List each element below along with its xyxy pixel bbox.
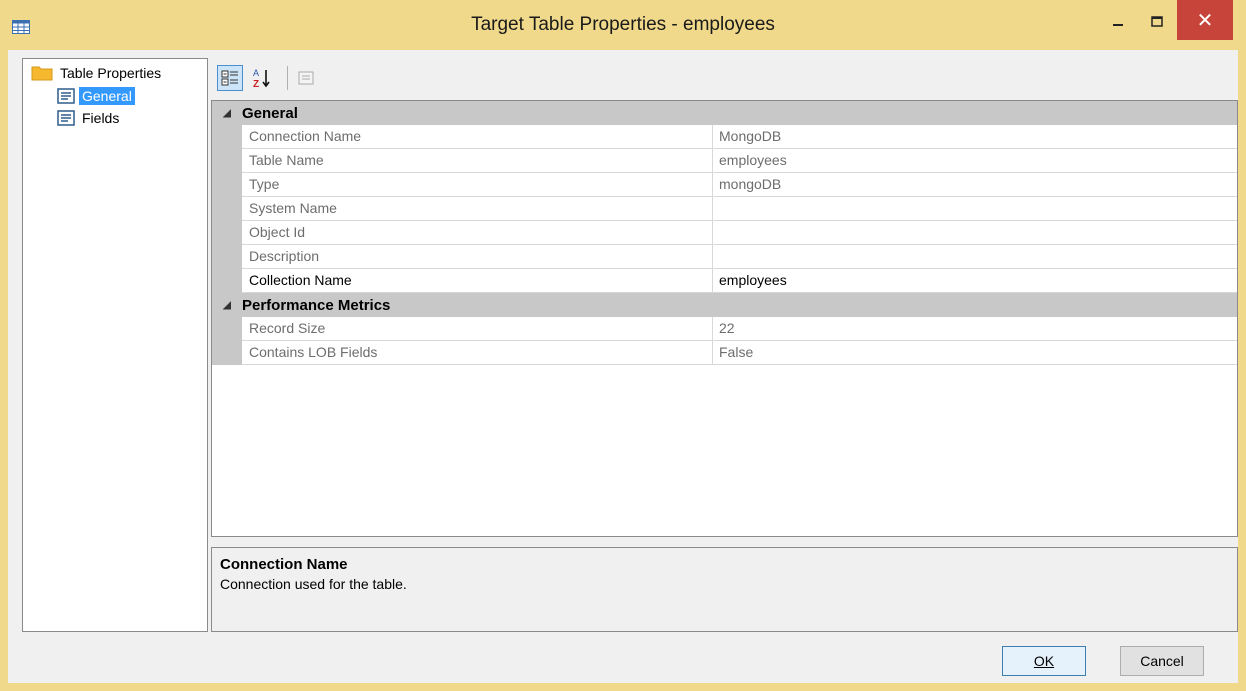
tree-item-general[interactable]: General (57, 87, 135, 105)
property-name: Description (242, 245, 713, 268)
grid-toolbar: A Z (211, 58, 1238, 98)
property-pages-button[interactable] (293, 65, 319, 91)
tree-item-label: General (79, 87, 135, 105)
category-label: Performance Metrics (242, 296, 391, 314)
property-grid: A Z ◢ General Connection Name MongoDB Ta… (211, 58, 1238, 632)
sort-az-icon: A Z (253, 68, 270, 89)
property-value[interactable] (713, 221, 1237, 244)
tree-root-label: Table Properties (60, 65, 162, 81)
property-name: Collection Name (242, 269, 713, 292)
category-label: General (242, 104, 298, 122)
category-performance-metrics[interactable]: ◢ Performance Metrics (212, 293, 1237, 317)
property-value[interactable]: MongoDB (713, 125, 1237, 148)
property-row[interactable]: Record Size 22 (242, 317, 1237, 341)
property-row[interactable]: Type mongoDB (242, 173, 1237, 197)
category-general[interactable]: ◢ General (212, 101, 1237, 125)
svg-text:Z: Z (253, 79, 259, 89)
grid-gutter (212, 125, 242, 293)
property-name: Connection Name (242, 125, 713, 148)
description-title: Connection Name (220, 556, 348, 573)
property-value[interactable]: mongoDB (713, 173, 1237, 196)
window-title: Target Table Properties - employees (471, 14, 775, 35)
property-row[interactable]: Description (242, 245, 1237, 269)
property-pages-icon (298, 71, 314, 85)
property-row[interactable]: Table Name employees (242, 149, 1237, 173)
property-value[interactable]: False (713, 341, 1237, 364)
property-name: Contains LOB Fields (242, 341, 713, 364)
ok-button[interactable]: OK (1002, 646, 1086, 676)
description-text: Connection used for the table. (220, 576, 407, 592)
cancel-button[interactable]: Cancel (1120, 646, 1204, 676)
maximize-icon (1151, 16, 1163, 27)
property-value[interactable]: employees (713, 149, 1237, 172)
property-name: Table Name (242, 149, 713, 172)
property-row[interactable]: Collection Name employees (242, 269, 1237, 293)
property-name: Type (242, 173, 713, 196)
tree-item-label: Fields (82, 110, 120, 126)
svg-text:A: A (253, 68, 259, 78)
property-value[interactable] (713, 197, 1237, 220)
close-button[interactable]: ✕ (1177, 0, 1233, 40)
close-icon: ✕ (1196, 9, 1214, 32)
property-row[interactable]: System Name (242, 197, 1237, 221)
maximize-button[interactable] (1140, 2, 1174, 42)
minimize-button[interactable] (1101, 2, 1135, 42)
dialog-window: Target Table Properties - employees ✕ Ta… (0, 0, 1246, 691)
dialog-client: Table Properties General Fields A Z ◢ Ge… (8, 50, 1238, 683)
grid-gutter (212, 317, 242, 365)
categorized-icon (221, 70, 238, 86)
folder-icon (31, 66, 53, 81)
property-value[interactable]: employees (713, 269, 1237, 292)
tree-item-fields[interactable]: Fields (57, 109, 122, 127)
property-name: System Name (242, 197, 713, 220)
toolbar-separator (287, 66, 288, 90)
property-row[interactable]: Contains LOB Fields False (242, 341, 1237, 365)
property-value[interactable] (713, 245, 1237, 268)
property-row[interactable]: Connection Name MongoDB (242, 125, 1237, 149)
page-icon (57, 88, 75, 104)
cancel-button-label: Cancel (1140, 653, 1184, 669)
property-row[interactable]: Object Id (242, 221, 1237, 245)
collapse-arrow-icon[interactable]: ◢ (212, 108, 242, 119)
title-bar[interactable]: Target Table Properties - employees ✕ (0, 0, 1246, 50)
property-name: Record Size (242, 317, 713, 340)
page-icon (57, 110, 75, 126)
minimize-icon (1113, 24, 1123, 26)
tree-root[interactable]: Table Properties (31, 64, 164, 82)
alphabetical-button[interactable]: A Z (249, 65, 275, 91)
property-list: ◢ General Connection Name MongoDB Table … (211, 100, 1238, 537)
categorized-button[interactable] (217, 65, 243, 91)
property-value[interactable]: 22 (713, 317, 1237, 340)
collapse-arrow-icon[interactable]: ◢ (212, 300, 242, 311)
property-name: Object Id (242, 221, 713, 244)
ok-button-label: OK (1033, 653, 1055, 669)
description-panel: Connection Name Connection used for the … (211, 547, 1238, 632)
tree-panel[interactable]: Table Properties General Fields (22, 58, 208, 632)
